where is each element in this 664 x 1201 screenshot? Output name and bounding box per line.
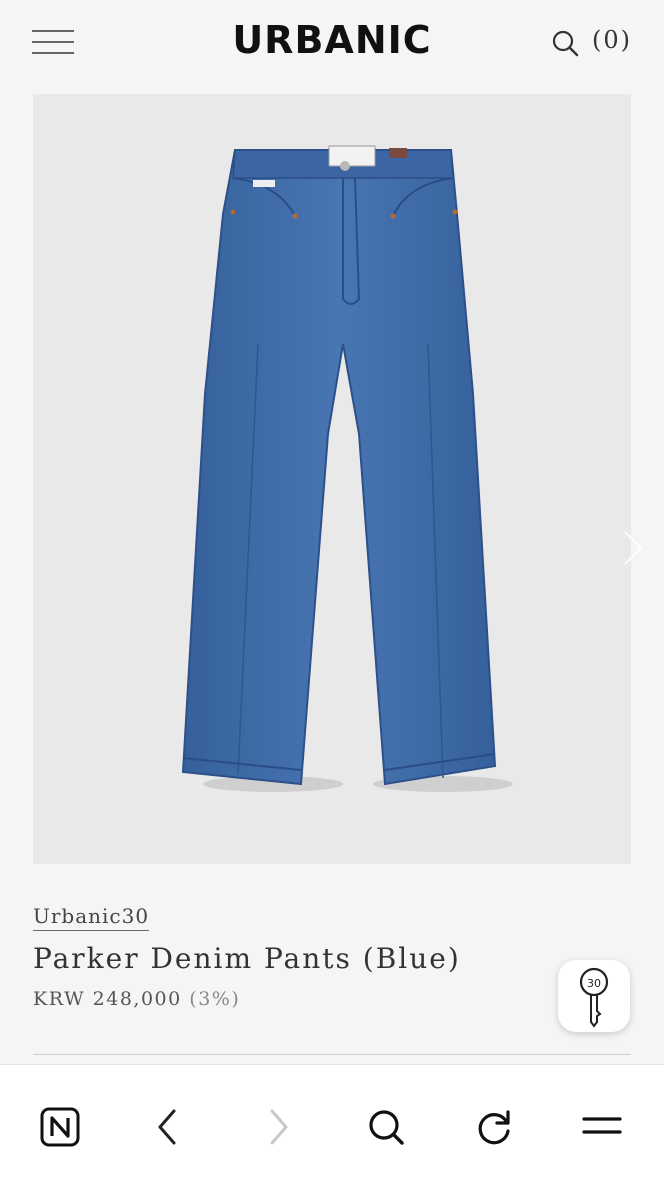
jeans-image: [181, 145, 513, 792]
site-header: URBANIC (0): [0, 0, 664, 90]
forward-icon[interactable]: [248, 1085, 308, 1165]
product-image[interactable]: [33, 94, 643, 864]
product-price: KRW 248,000: [33, 988, 182, 1010]
browser-toolbar: [0, 1064, 664, 1201]
product-price-row: KRW 248,000 (3%): [33, 988, 240, 1010]
search-icon[interactable]: [356, 1085, 416, 1165]
svg-text:30: 30: [587, 977, 601, 990]
key-30-icon[interactable]: 30: [558, 960, 630, 1032]
naver-home-icon[interactable]: [30, 1085, 90, 1165]
product-title: Parker Denim Pants (Blue): [33, 942, 461, 975]
cart-count[interactable]: (0): [592, 26, 632, 54]
divider: [33, 1054, 631, 1055]
menu-icon[interactable]: [572, 1085, 632, 1165]
next-image-arrow[interactable]: [621, 528, 645, 568]
product-brand[interactable]: Urbanic30: [33, 904, 150, 931]
search-icon[interactable]: [550, 28, 582, 58]
refresh-icon[interactable]: [464, 1085, 524, 1165]
back-icon[interactable]: [138, 1085, 198, 1165]
product-rate: (3%): [189, 988, 241, 1010]
